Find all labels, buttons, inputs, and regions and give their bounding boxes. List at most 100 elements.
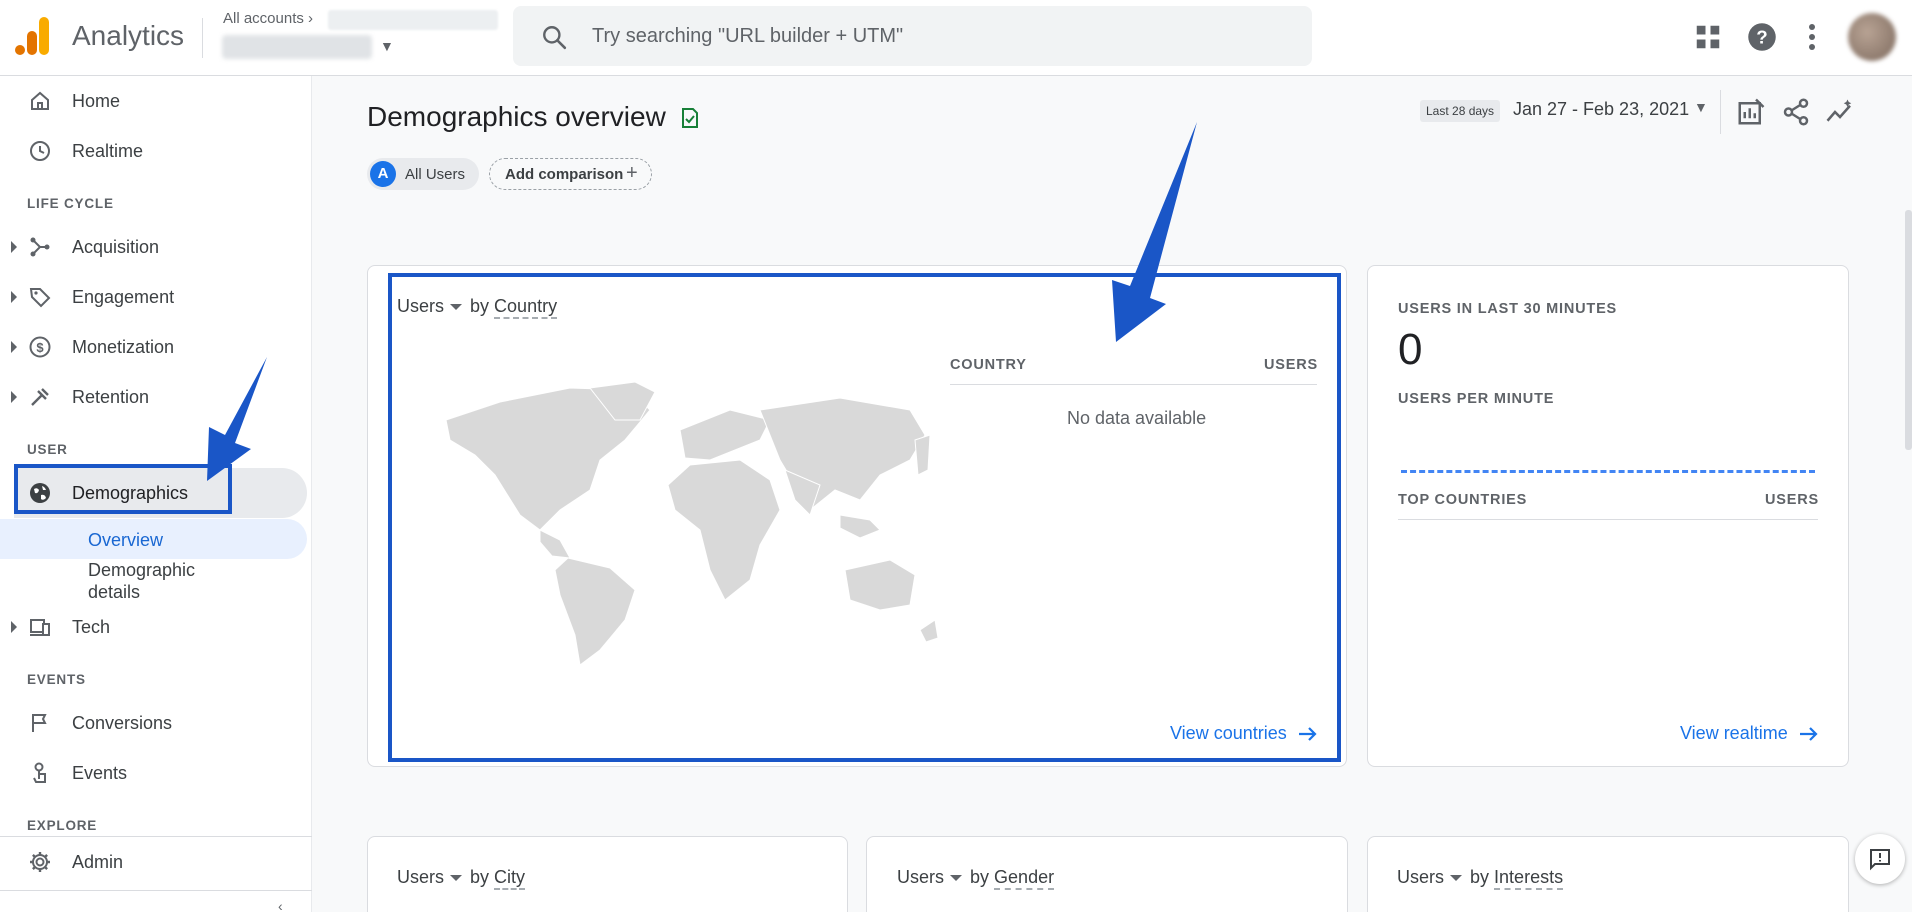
help-icon[interactable]: ? xyxy=(1747,22,1777,52)
sidebar-item-home[interactable]: Home xyxy=(0,81,312,121)
sidebar-item-label: Admin xyxy=(72,852,124,872)
sidebar-item-label: Monetization xyxy=(72,337,175,357)
section-header-user: USER xyxy=(27,442,68,457)
sidebar-item-events[interactable]: Events xyxy=(0,753,312,793)
dimension-prefix: by xyxy=(970,867,990,887)
sidebar-item-admin[interactable]: Admin xyxy=(0,842,312,882)
analytics-logo-icon[interactable] xyxy=(15,17,51,55)
home-icon xyxy=(31,91,49,110)
customize-report-icon[interactable] xyxy=(1736,97,1766,127)
insights-icon[interactable] xyxy=(1825,97,1855,127)
expand-arrow-icon[interactable] xyxy=(11,291,17,303)
app-name: Analytics xyxy=(72,20,185,51)
link-label: View realtime xyxy=(1680,723,1788,743)
chevron-right-icon: › xyxy=(308,10,314,27)
scrollbar[interactable] xyxy=(1905,210,1912,450)
expand-arrow-icon[interactable] xyxy=(11,621,17,633)
account-avatar[interactable] xyxy=(1848,13,1896,61)
property-selector[interactable] xyxy=(222,35,372,59)
search-placeholder: Try searching "URL builder + UTM" xyxy=(592,25,904,47)
dollar-icon: $ xyxy=(29,336,51,358)
arrow-right-icon xyxy=(1799,727,1818,741)
date-range-badge: Last 28 days xyxy=(1420,100,1501,122)
dropdown-caret-icon[interactable] xyxy=(950,875,963,881)
dimension-label[interactable]: Interests xyxy=(1494,867,1563,887)
sidebar-item-label: Retention xyxy=(72,387,150,407)
page-title: Demographics overview xyxy=(367,101,666,132)
dropdown-caret-icon[interactable]: ▼ xyxy=(1694,99,1708,115)
sidebar-item-label: Conversions xyxy=(72,713,173,733)
touch-icon xyxy=(33,762,46,783)
flag-icon xyxy=(32,714,47,732)
realtime-title: USERS IN LAST 30 MINUTES xyxy=(1398,301,1618,317)
more-vert-icon[interactable] xyxy=(1797,22,1827,52)
dimension-label[interactable]: Gender xyxy=(994,867,1054,887)
dimension-prefix: by xyxy=(1470,867,1490,887)
svg-text:$: $ xyxy=(36,340,44,355)
card-header: Users by Interests xyxy=(1397,867,1563,888)
divider xyxy=(0,890,312,891)
column-header-top-countries: TOP COUNTRIES xyxy=(1398,492,1528,508)
realtime-users-value: 0 xyxy=(1398,325,1423,374)
card-header: Users by City xyxy=(397,867,525,888)
feedback-icon xyxy=(1870,849,1890,871)
sidebar-item-label: Acquisition xyxy=(72,237,160,257)
sidebar-item-label: Events xyxy=(72,763,128,783)
clock-icon xyxy=(30,141,50,161)
retention-icon xyxy=(31,388,49,406)
expand-arrow-icon[interactable] xyxy=(11,391,17,403)
divider xyxy=(202,18,203,58)
sidebar-item-label: Realtime xyxy=(72,141,144,161)
dimension-prefix: by xyxy=(470,867,490,887)
segment-label: All Users xyxy=(405,166,466,183)
annotation-arrow-icon xyxy=(1112,122,1197,342)
annotation-arrow-icon xyxy=(207,357,267,481)
property-dropdown-icon[interactable]: ▼ xyxy=(380,38,394,54)
collapse-sidebar-icon[interactable]: ‹ xyxy=(278,898,283,912)
gear-icon xyxy=(30,852,50,872)
comparison-chip-all-users[interactable]: A All Users xyxy=(367,158,479,190)
section-header-explore: EXPLORE xyxy=(27,818,98,833)
metric-selector[interactable]: Users xyxy=(897,867,944,887)
svg-text:?: ? xyxy=(1756,26,1767,47)
tag-icon xyxy=(29,288,51,308)
column-header-users: USERS xyxy=(1765,492,1819,508)
sidebar-item-acquisition[interactable]: Acquisition xyxy=(0,227,312,267)
sidebar-item-engagement[interactable]: Engagement xyxy=(0,277,312,317)
sidebar-item-realtime[interactable]: Realtime xyxy=(0,131,312,171)
add-comparison-label: Add comparison xyxy=(505,166,624,183)
verified-report-icon[interactable] xyxy=(678,106,702,130)
acquisition-icon xyxy=(30,237,50,257)
metric-selector[interactable]: Users xyxy=(1397,867,1444,887)
dropdown-caret-icon[interactable] xyxy=(1450,875,1463,881)
apps-grid-icon[interactable] xyxy=(1693,22,1723,52)
card-header: Users by Gender xyxy=(897,867,1054,888)
users-per-minute-sparkline xyxy=(1401,470,1815,473)
search-bar[interactable]: Try searching "URL builder + UTM" xyxy=(513,6,1312,66)
metric-selector[interactable]: Users xyxy=(397,867,444,887)
sidebar-subitem-demographic-details[interactable]: Demographic details xyxy=(88,559,218,603)
section-header-life-cycle: LIFE CYCLE xyxy=(27,196,114,211)
share-icon[interactable] xyxy=(1781,97,1811,127)
account-name-redacted xyxy=(328,10,498,30)
divider xyxy=(1720,90,1721,134)
sidebar-subitem-overview[interactable]: Overview xyxy=(88,529,163,551)
account-breadcrumb-label: All accounts xyxy=(223,10,304,27)
divider xyxy=(0,836,312,837)
feedback-button[interactable] xyxy=(1855,834,1905,884)
section-header-events: EVENTS xyxy=(27,672,86,687)
view-realtime-link[interactable]: View realtime xyxy=(1680,723,1819,744)
expand-arrow-icon[interactable] xyxy=(11,241,17,253)
segment-badge: A xyxy=(370,161,396,187)
sidebar-item-conversions[interactable]: Conversions xyxy=(0,703,312,743)
date-range-selector[interactable]: Jan 27 - Feb 23, 2021 xyxy=(1513,99,1689,120)
account-breadcrumb[interactable]: All accounts › xyxy=(223,10,313,27)
dropdown-caret-icon[interactable] xyxy=(450,875,463,881)
search-icon xyxy=(543,26,567,50)
add-comparison-button[interactable]: Add comparison + xyxy=(489,158,652,190)
expand-arrow-icon[interactable] xyxy=(11,341,17,353)
sidebar-item-tech[interactable]: Tech xyxy=(0,607,312,647)
users-per-minute-label: USERS PER MINUTE xyxy=(1398,391,1555,407)
sidebar-item-label: Tech xyxy=(72,617,111,637)
dimension-label[interactable]: City xyxy=(494,867,525,887)
